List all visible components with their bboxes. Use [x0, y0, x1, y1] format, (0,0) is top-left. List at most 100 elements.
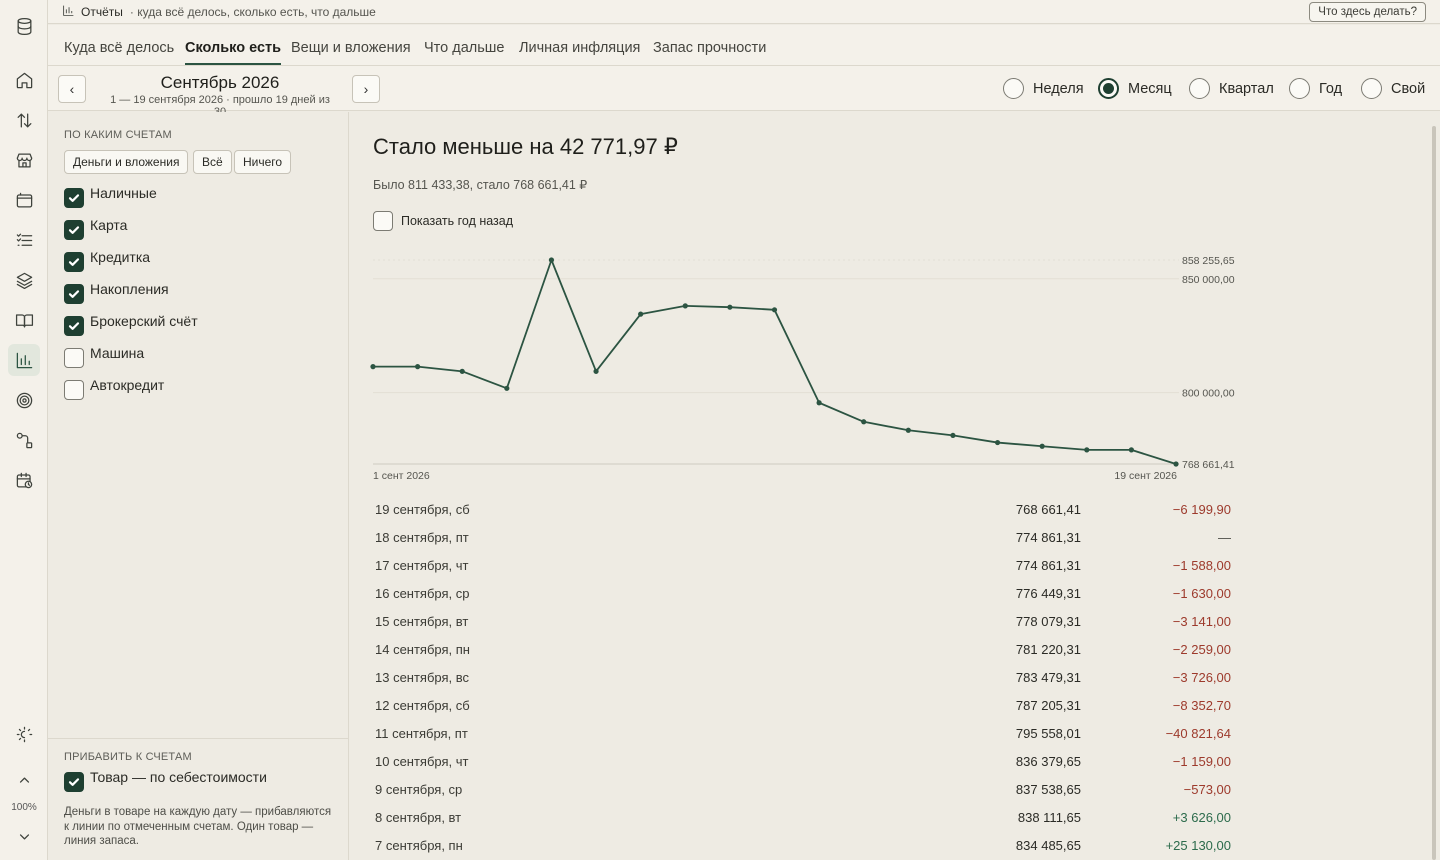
data-point [727, 304, 733, 310]
database-icon[interactable] [8, 10, 40, 42]
table-row[interactable]: 15 сентября, вт 778 079,31 −3 141,00 [349, 608, 1249, 636]
tab-where-went[interactable]: Куда всё делось [64, 40, 174, 56]
account-checkbox-savings[interactable]: Накопления [64, 281, 169, 304]
checkbox-box [373, 211, 393, 231]
table-row[interactable]: 18 сентября, пт 774 861,31 — [349, 524, 1249, 552]
check-icon [68, 194, 80, 202]
chevron-right-icon: › [363, 81, 369, 97]
period-option-month[interactable]: Месяц [1098, 78, 1172, 99]
data-point [370, 364, 376, 370]
table-row[interactable]: 11 сентября, пт 795 558,01 −40 821,64 [349, 720, 1249, 748]
row-delta: −8 352,70 [1172, 698, 1231, 713]
show-year-back-label: Показать год назад [401, 214, 514, 228]
chip-all[interactable]: Всё [193, 150, 232, 174]
goods-at-cost-checkbox[interactable]: Товар — по себестоимости [64, 769, 267, 792]
tab-what-next[interactable]: Что дальше [424, 40, 504, 56]
bar-chart-icon[interactable] [8, 344, 40, 376]
panel-divider [48, 738, 348, 739]
account-label: Кредитка [90, 249, 151, 265]
account-label: Машина [90, 345, 145, 361]
account-label: Карта [90, 217, 128, 233]
x-start-label: 1 сент 2026 [373, 470, 430, 482]
period-option-custom[interactable]: Свой [1361, 78, 1425, 99]
transfer-icon[interactable] [8, 104, 40, 136]
table-row[interactable]: 13 сентября, вс 783 479,31 −3 726,00 [349, 664, 1249, 692]
account-checkbox-cash[interactable]: Наличные [64, 185, 157, 208]
table-row[interactable]: 8 сентября, вт 838 111,65 +3 626,00 [349, 804, 1249, 832]
chip-none[interactable]: Ничего [234, 150, 292, 174]
period-option-label: Месяц [1128, 80, 1172, 97]
prev-period-button[interactable]: ‹ [58, 75, 86, 103]
radio-dot [1098, 78, 1119, 99]
tab-things-investments[interactable]: Вещи и вложения [291, 40, 411, 56]
row-date: 8 сентября, вт [375, 810, 462, 825]
period-bar: ‹ Сентябрь 2026 1 — 19 сентября 2026 · п… [48, 66, 1440, 118]
tab-safety-margin[interactable]: Запас прочности [653, 40, 766, 56]
row-delta: −1 159,00 [1172, 754, 1231, 769]
wallet-icon[interactable] [8, 184, 40, 216]
account-checkbox-car-loan[interactable]: Автокредит [64, 377, 164, 400]
reports-icon [62, 4, 75, 20]
table-row[interactable]: 19 сентября, сб 768 661,41 −6 199,90 [349, 496, 1249, 524]
tab-personal-inflation[interactable]: Личная инфляция [519, 40, 640, 56]
chip-money-investments[interactable]: Деньги и вложения [64, 150, 189, 174]
table-row[interactable]: 9 сентября, ср 837 538,65 −573,00 [349, 776, 1249, 804]
account-checkbox-brokerage[interactable]: Брокерский счёт [64, 313, 198, 336]
next-period-button[interactable]: › [352, 75, 380, 103]
tab-how-much[interactable]: Сколько есть [185, 40, 282, 65]
checkbox-box [64, 252, 84, 272]
home-icon[interactable] [8, 64, 40, 96]
chevron-down-icon[interactable] [8, 820, 40, 852]
period-option-label: Год [1319, 80, 1343, 97]
checkbox-box [64, 316, 84, 336]
y-tick-label: 768 661,41 [1182, 459, 1235, 471]
workflow-icon[interactable] [8, 424, 40, 456]
store-icon[interactable] [8, 144, 40, 176]
layers-icon[interactable] [8, 264, 40, 296]
radio-dot [1189, 78, 1210, 99]
table-row[interactable]: 7 сентября, пн 834 485,65 +25 130,00 [349, 832, 1249, 860]
table-row[interactable]: 14 сентября, пн 781 220,31 −2 259,00 [349, 636, 1249, 664]
book-icon[interactable] [8, 304, 40, 336]
list-icon[interactable] [8, 224, 40, 256]
table-row[interactable]: 17 сентября, чт 774 861,31 −1 588,00 [349, 552, 1249, 580]
period-option-week[interactable]: Неделя [1003, 78, 1084, 99]
data-point [504, 385, 510, 391]
checkbox-box [64, 772, 84, 792]
radio-dot [1289, 78, 1310, 99]
scrollbar[interactable] [1432, 126, 1436, 860]
chevron-left-icon: ‹ [69, 81, 75, 97]
chevron-up-icon[interactable] [8, 764, 40, 796]
radio-dot [1003, 78, 1024, 99]
data-point [1173, 461, 1179, 467]
period-option-year[interactable]: Год [1289, 78, 1342, 99]
account-label: Наличные [90, 185, 157, 201]
row-balance: 781 220,31 [1015, 642, 1081, 657]
row-date: 15 сентября, вт [375, 614, 469, 629]
row-date: 10 сентября, чт [375, 754, 469, 769]
data-point [1039, 443, 1045, 449]
checkbox-box [64, 380, 84, 400]
theme-toggle-icon[interactable] [8, 718, 40, 750]
data-point [1084, 447, 1090, 453]
main-content: Стало меньше на 42 771,97 ₽ Было 811 433… [349, 112, 1440, 860]
row-date: 11 сентября, пт [375, 726, 468, 741]
period-option-quarter[interactable]: Квартал [1189, 78, 1274, 99]
zoom-level: 100% [11, 802, 37, 813]
balance-line-chart: 858 255,65 850 000,00 800 000,00 768 661,41… [370, 255, 1235, 482]
help-button[interactable]: Что здесь делать? [1309, 2, 1426, 22]
account-checkbox-card[interactable]: Карта [64, 217, 127, 240]
account-checkbox-car[interactable]: Машина [64, 345, 144, 368]
account-checkbox-credit-card[interactable]: Кредитка [64, 249, 150, 272]
table-row[interactable]: 16 сентября, ср 776 449,31 −1 630,00 [349, 580, 1249, 608]
calendar-clock-icon[interactable] [8, 464, 40, 496]
row-date: 13 сентября, вс [375, 670, 470, 685]
data-point [638, 311, 644, 317]
row-delta: −1 588,00 [1172, 558, 1231, 573]
target-icon[interactable] [8, 384, 40, 416]
table-row[interactable]: 12 сентября, сб 787 205,31 −8 352,70 [349, 692, 1249, 720]
row-date: 18 сентября, пт [375, 530, 469, 545]
show-year-back-checkbox[interactable]: Показать год назад [373, 211, 513, 231]
table-row[interactable]: 10 сентября, чт 836 379,65 −1 159,00 [349, 748, 1249, 776]
period-title: Сентябрь 2026 [160, 73, 280, 92]
